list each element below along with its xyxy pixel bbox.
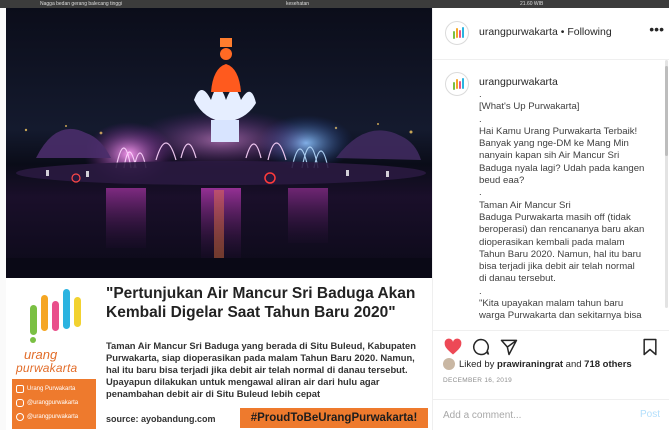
share-icon[interactable] bbox=[499, 337, 519, 357]
caption-line: . bbox=[479, 89, 482, 100]
caption-text: . [What's Up Purwakarta]. Hai Kamu Urang P… bbox=[479, 89, 667, 323]
social-label: Urang Purwakarta bbox=[27, 386, 76, 392]
likes-summary: Liked by prawiraningrat and 718 others bbox=[443, 358, 665, 374]
caption-line: Hai Kamu Urang Purwakarta Terbaik! bbox=[479, 125, 638, 137]
header-user-line: urangpurwakarta • Following bbox=[479, 26, 612, 38]
caption-line: Taman Air Mancur Sri bbox=[479, 199, 571, 211]
post-header: urangpurwakarta • Following ••• bbox=[433, 8, 669, 60]
caption-line: . bbox=[479, 187, 482, 199]
social-label: @urangpurwakarta bbox=[27, 400, 79, 406]
avatar-logo-icon bbox=[453, 27, 464, 39]
post-image[interactable]: urang purwakarta Urang Purwakarta @urang… bbox=[6, 8, 432, 430]
avatar-logo-icon bbox=[453, 78, 464, 90]
caption-line: Baduga Purwakarta masih off (tidak bbox=[479, 211, 631, 223]
caption-avatar[interactable] bbox=[445, 72, 469, 96]
caption-line: . bbox=[479, 113, 482, 125]
social-handles: Urang Purwakarta @urangpurwakarta @urang… bbox=[12, 379, 96, 429]
caption-line: nanyain kapan sih Air Mancur Sri bbox=[479, 150, 620, 162]
instagram-icon bbox=[16, 399, 24, 407]
caption-line: [What's Up Purwakarta] bbox=[479, 101, 580, 113]
strip-text-left: Nagga bedan gerang balecang tinggi bbox=[40, 1, 123, 7]
strip-text-mid: kesehatan bbox=[286, 1, 310, 7]
add-comment-input[interactable] bbox=[443, 407, 623, 423]
caption-line: . bbox=[479, 285, 482, 297]
twitter-icon bbox=[16, 413, 24, 421]
caption-scrollbar-thumb[interactable] bbox=[665, 66, 668, 156]
caption-line: beroperasi) dan rencananya baru akan bbox=[479, 224, 645, 236]
social-row-facebook: Urang Purwakarta bbox=[16, 382, 92, 396]
news-caption-card: urang purwakarta Urang Purwakarta @urang… bbox=[6, 278, 432, 430]
comment-icon[interactable] bbox=[471, 337, 491, 357]
news-body: Taman Air Mancur Sri Baduga yang berada … bbox=[106, 340, 416, 399]
hashtag-banner: #ProudToBeUrangPurwakarta! bbox=[240, 408, 428, 428]
caption-line: bisa terjadi jika debit air telah normal bbox=[479, 261, 635, 273]
header-separator: • bbox=[560, 26, 565, 38]
logo-bars-icon bbox=[30, 289, 81, 343]
social-row-twitter: @urangpurwakarta bbox=[16, 410, 92, 424]
social-row-instagram: @urangpurwakarta bbox=[16, 396, 92, 410]
caption-line: "Kita upayakan malam tahun baru bbox=[479, 298, 624, 310]
likes-others[interactable]: 718 others bbox=[584, 359, 632, 370]
caption-line: warga Purwakarta dan sekitarnya bisa bbox=[479, 310, 642, 322]
caption-line: Tahun Baru 2020. Namun, hal itu baru bbox=[479, 248, 642, 260]
post-side-panel: urangpurwakarta • Following ••• urangpur… bbox=[432, 8, 669, 430]
caption-line: beud eaa? bbox=[479, 175, 525, 187]
background-page-strip: Nagga bedan gerang balecang tinggi keseh… bbox=[0, 0, 669, 8]
post-comment-button[interactable]: Post bbox=[640, 409, 660, 420]
logo-word-urang: urang bbox=[24, 347, 58, 362]
news-source: source: ayobandung.com bbox=[106, 414, 216, 424]
social-label: @urangpurwakarta bbox=[27, 414, 79, 420]
facebook-icon bbox=[16, 385, 24, 393]
post-date[interactable]: DECEMBER 16, 2019 bbox=[443, 377, 512, 384]
logo-word-purwakarta: purwakarta bbox=[16, 361, 78, 375]
liker-avatar[interactable] bbox=[443, 358, 455, 370]
following-button[interactable]: Following bbox=[567, 26, 611, 38]
caption-line: Banyak yang nge-DM ke Mang Min bbox=[479, 138, 629, 150]
strip-text-right: 21.60 WIB bbox=[520, 1, 544, 7]
fountain-scene-illustration bbox=[6, 38, 432, 278]
bookmark-icon[interactable] bbox=[640, 337, 660, 357]
caption-line: dioperasikan kembali pada malam bbox=[479, 236, 625, 248]
likes-and: and bbox=[565, 359, 582, 370]
post-actions bbox=[433, 330, 669, 360]
more-options-icon[interactable]: ••• bbox=[649, 21, 664, 37]
add-comment-bar: Post bbox=[433, 399, 669, 430]
likes-prefix: Liked by bbox=[459, 359, 495, 370]
fountain-photo bbox=[6, 8, 432, 278]
news-headline: "Pertunjukan Air Mancur Sri Baduga Akan … bbox=[106, 285, 416, 321]
caption-username[interactable]: urangpurwakarta bbox=[479, 76, 558, 88]
liker-username[interactable]: prawiraningrat bbox=[497, 359, 563, 370]
caption-line: Baduga nyala lagi? Udah pada kangen bbox=[479, 162, 645, 174]
urang-purwakarta-logo: urang purwakarta Urang Purwakarta @urang… bbox=[12, 281, 96, 429]
avatar[interactable] bbox=[445, 21, 469, 45]
heart-icon[interactable] bbox=[443, 337, 463, 357]
header-username[interactable]: urangpurwakarta bbox=[479, 26, 558, 38]
caption-area: urangpurwakarta . [What's Up Purwakarta].… bbox=[433, 60, 669, 330]
caption-line: di danau tersebut. bbox=[479, 273, 556, 285]
